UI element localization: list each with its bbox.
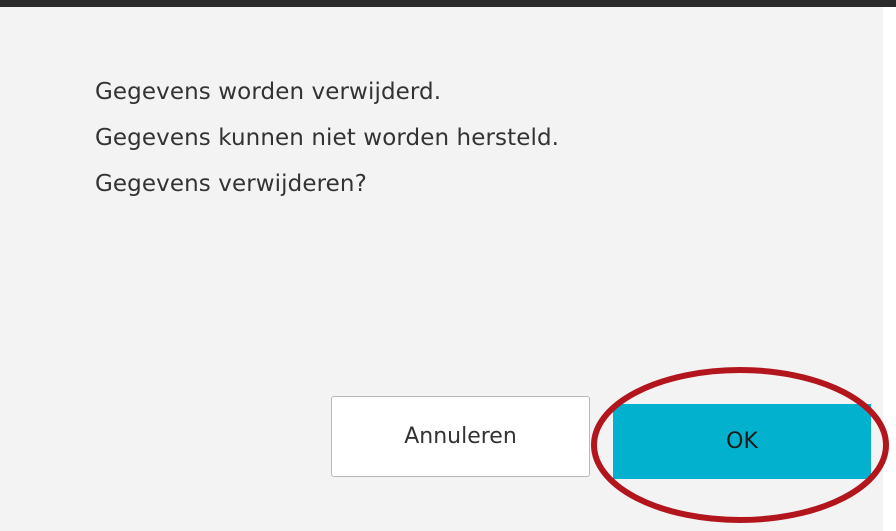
window-top-border [0,0,896,7]
message-line-2: Gegevens kunnen niet worden hersteld. [95,125,560,151]
message-line-1: Gegevens worden verwijderd. [95,79,442,105]
ok-button[interactable]: OK [613,404,871,479]
dialog-message: Gegevens worden verwijderd. Gegevens kun… [95,69,855,207]
cancel-button[interactable]: Annuleren [331,396,590,477]
message-line-3: Gegevens verwijderen? [95,171,367,197]
